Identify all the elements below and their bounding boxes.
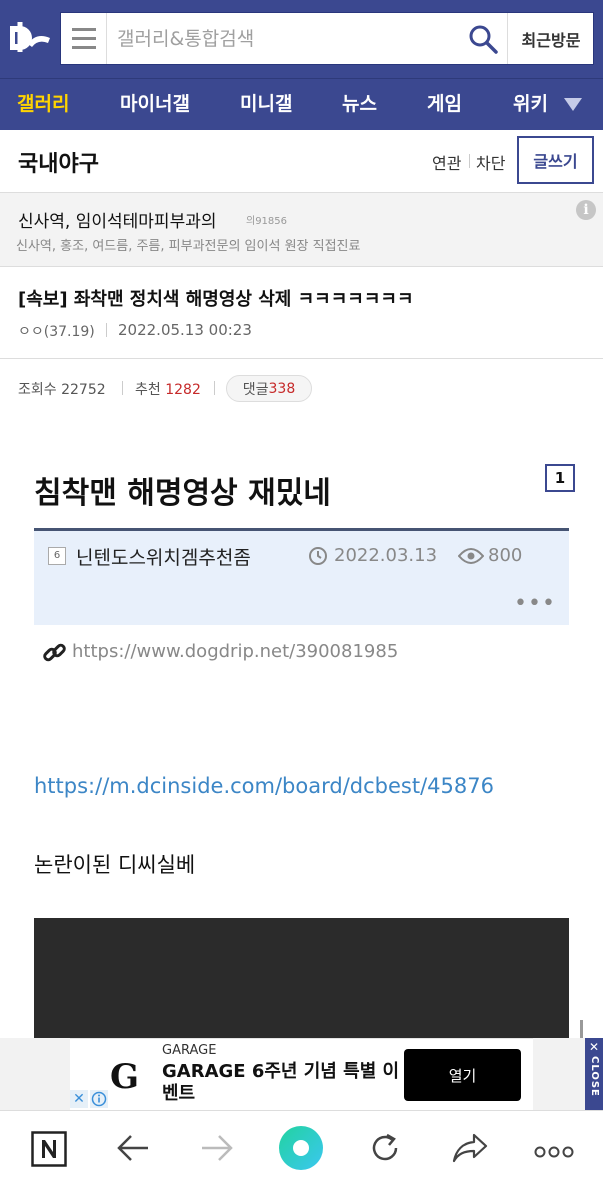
sponsored-ad[interactable]: 신사역, 임이석테마피부과의 의91856 신사역, 홍조, 여드름, 주름, … (0, 193, 603, 267)
embedded-post-card[interactable]: 6 닌텐도스위치겜추천좀 2022.03.13 800 ••• (34, 528, 569, 625)
comments-count: 338 (268, 380, 296, 397)
block-link[interactable]: 차단 (476, 150, 505, 174)
banner-brand: GARAGE (162, 1043, 217, 1058)
comments-button[interactable]: 댓글 338 (226, 375, 312, 402)
ad-title: 신사역, 임이석테마피부과의 (18, 212, 217, 232)
ad-info-icon[interactable]: i (576, 200, 596, 220)
banner-background (0, 1038, 70, 1110)
recommend-count: 1282 (165, 382, 201, 398)
refresh-icon[interactable] (368, 1131, 402, 1169)
embed-date: 2022.03.13 (334, 545, 438, 566)
browser-toolbar (0, 1110, 603, 1200)
nav-expand-caret-icon[interactable] (564, 98, 582, 111)
post-title: [속보] 좌착맨 정치색 해명영상 삭제 ㅋㅋㅋㅋㅋㅋㅋ (18, 289, 414, 310)
post-datetime: 2022.05.13 00:23 (118, 321, 252, 339)
banner-open-button[interactable]: 열기 (404, 1049, 521, 1101)
divider (469, 154, 470, 168)
embed-views: 800 (488, 545, 523, 566)
dcinside-logo[interactable] (6, 14, 56, 64)
favicon-icon: 6 (48, 547, 66, 565)
comments-label: 댓글 (242, 381, 269, 398)
nav-tab-minor-gallery[interactable]: 마이너갤 (120, 79, 190, 131)
close-label: CLOSE (589, 1056, 600, 1097)
divider (122, 381, 123, 395)
recent-visits-button[interactable]: 최근방문 (507, 13, 594, 64)
nav-tab-mini-gallery[interactable]: 미니갤 (240, 79, 292, 131)
link-icon (42, 640, 68, 666)
gallery-header: 국내야구 연관 차단 글쓰기 (0, 130, 603, 193)
write-post-button[interactable]: 글쓰기 (517, 136, 594, 184)
adchoices-icon[interactable] (90, 1090, 108, 1108)
banner-background (533, 1038, 585, 1110)
search-input[interactable] (117, 13, 457, 64)
views-label: 조회수 (18, 382, 57, 398)
banner-logo: G (110, 1057, 140, 1097)
divider (106, 323, 107, 337)
search-icon[interactable] (467, 23, 499, 55)
source-link[interactable]: https://www.dogdrip.net/390081985 (72, 641, 398, 662)
post-stats: 조회수 22752 추천 1282 댓글 338 (0, 359, 603, 419)
recommend-stat: 추천 1282 (135, 379, 201, 399)
nav-tab-news[interactable]: 뉴스 (342, 79, 377, 131)
content-heading: 침착맨 해명영상 재밌네 (34, 476, 331, 511)
recommend-label: 추천 (135, 382, 161, 398)
back-arrow-icon[interactable] (116, 1133, 150, 1167)
embed-post-title: 닌텐도스위치겜추천좀 (76, 547, 251, 569)
close-icon: ✕ (588, 1040, 600, 1054)
divider (214, 381, 215, 395)
banner-text: GARAGE 6주년 기념 특별 이벤트 (162, 1061, 400, 1104)
hamburger-menu-button[interactable] (61, 13, 107, 64)
more-options-icon[interactable]: ••• (514, 591, 556, 616)
nav-tab-gallery[interactable]: 갤러리 (17, 79, 69, 131)
forward-arrow-icon[interactable] (200, 1133, 234, 1167)
naver-home-icon[interactable] (31, 1131, 67, 1171)
image-page-badge: 1 (545, 464, 575, 492)
main-nav: 갤러리 마이너갤 미니갤 뉴스 게임 위키 (0, 78, 603, 130)
more-menu-icon[interactable] (534, 1143, 574, 1162)
share-icon[interactable] (452, 1133, 488, 1167)
views-stat: 조회수 22752 (18, 379, 106, 399)
content-paragraph: 논란이된 디씨실베 (34, 853, 196, 877)
post-author[interactable]: ㅇㅇ(37.19) (18, 321, 95, 341)
related-link[interactable]: 연관 (432, 150, 461, 174)
views-count: 22752 (61, 382, 106, 398)
dcinside-link[interactable]: https://m.dcinside.com/board/dcbest/4587… (34, 774, 494, 798)
nav-tab-wiki[interactable]: 위키 (513, 79, 548, 131)
ad-description: 신사역, 홍조, 여드름, 주름, 피부과전문의 임이석 원장 직접진료 (16, 239, 361, 254)
ad-close-icon[interactable]: ✕ (70, 1090, 88, 1108)
gallery-title[interactable]: 국내야구 (18, 146, 99, 178)
eye-icon (457, 548, 485, 564)
top-bar: 최근방문 (0, 0, 603, 78)
search-box: 최근방문 (60, 12, 594, 65)
ad-count: 의91856 (246, 216, 288, 227)
bottom-banner-ad[interactable]: G GARAGE GARAGE 6주년 기념 특별 이벤트 열기 (70, 1038, 533, 1110)
clock-icon (308, 546, 328, 566)
nav-tab-game[interactable]: 게임 (427, 79, 462, 131)
green-dot-icon[interactable] (278, 1125, 324, 1175)
banner-close-strip[interactable]: ✕ CLOSE (585, 1038, 603, 1110)
post-header: [속보] 좌착맨 정치색 해명영상 삭제 ㅋㅋㅋㅋㅋㅋㅋ ㅇㅇ(37.19) 2… (0, 267, 603, 359)
